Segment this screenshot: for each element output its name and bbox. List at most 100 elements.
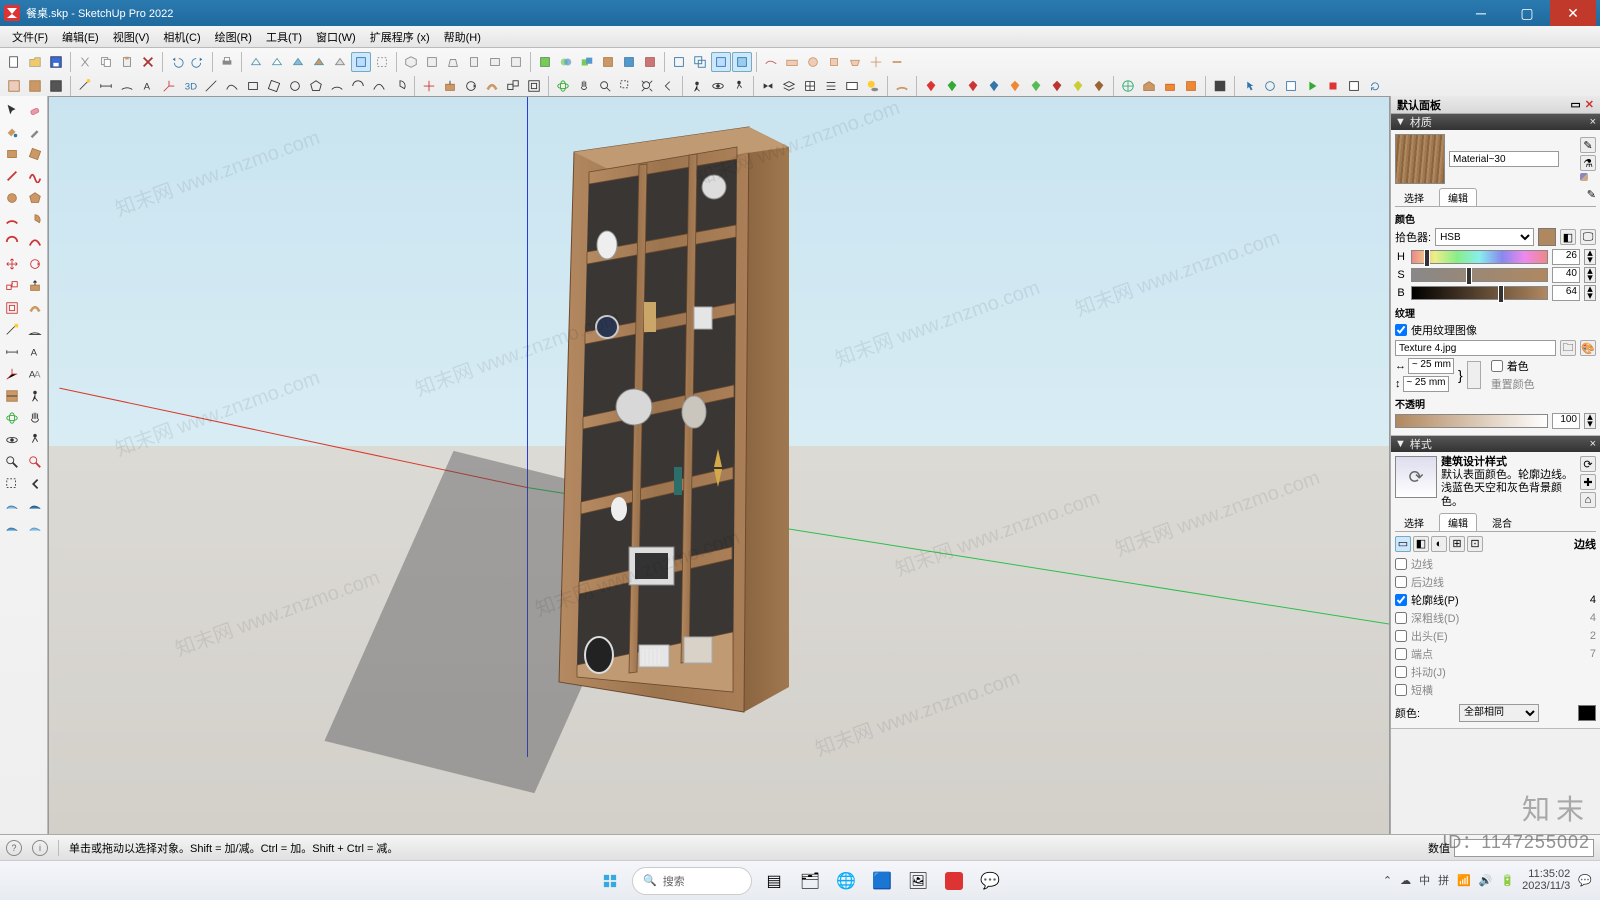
arc-button[interactable] — [327, 76, 347, 96]
xray-button[interactable] — [351, 52, 371, 72]
text-tool[interactable]: A — [25, 342, 45, 362]
line-tool[interactable] — [2, 166, 22, 186]
materials-tab-select[interactable]: 选择 — [1395, 188, 1433, 206]
walk-button[interactable] — [729, 76, 749, 96]
section-plane-button[interactable] — [4, 76, 24, 96]
orbit-button[interactable] — [553, 76, 573, 96]
2pt-arc-tool[interactable] — [2, 232, 22, 252]
hue-value[interactable]: 26 — [1552, 249, 1580, 265]
line-button[interactable] — [201, 76, 221, 96]
tag-green2-button[interactable] — [1026, 76, 1046, 96]
3dtext-tool[interactable]: AA — [25, 364, 45, 384]
opacity-value[interactable]: 100 — [1552, 413, 1580, 429]
endpoints-check[interactable]: 端点 — [1395, 646, 1433, 662]
protractor-tool[interactable] — [25, 320, 45, 340]
menu-tools[interactable]: 工具(T) — [260, 27, 308, 47]
sandbox-tool3[interactable] — [2, 518, 22, 538]
ime-mode[interactable]: 拼 — [1438, 872, 1449, 888]
top-view-button[interactable] — [422, 52, 442, 72]
maximize-button[interactable]: ▢ — [1504, 0, 1550, 26]
end-val[interactable]: 7 — [1590, 648, 1596, 660]
scale-button[interactable] — [503, 76, 523, 96]
followme-button[interactable] — [482, 76, 502, 96]
sandbox-scratch-button[interactable] — [782, 52, 802, 72]
hide-similar-button[interactable] — [732, 52, 752, 72]
position-camera-button[interactable] — [687, 76, 707, 96]
axes-button[interactable] — [159, 76, 179, 96]
move-button[interactable] — [419, 76, 439, 96]
onedrive-icon[interactable]: ☁ — [1400, 874, 1411, 887]
offset-button[interactable] — [524, 76, 544, 96]
menu-draw[interactable]: 绘图(R) — [209, 27, 258, 47]
opacity-spin[interactable]: ▴▾ — [1584, 413, 1596, 429]
bri-value[interactable]: 64 — [1552, 285, 1580, 301]
notifications-icon[interactable]: 💬 — [1578, 874, 1592, 887]
pushpull-tool[interactable] — [25, 276, 45, 296]
tex-height[interactable]: ~ 25 mm — [1403, 376, 1449, 392]
depth-val[interactable]: 4 — [1590, 612, 1596, 624]
sat-slider[interactable] — [1411, 268, 1548, 282]
tag-red2-button[interactable] — [963, 76, 983, 96]
viewport[interactable]: 知末网 www.znzmo.com 知末网 www.znzmo.com 知末网 … — [48, 96, 1390, 874]
tag-brown-button[interactable] — [1089, 76, 1109, 96]
watermark-settings-button[interactable]: ⊞ — [1449, 536, 1465, 552]
edit-texture-button[interactable]: 🎨 — [1580, 340, 1596, 356]
split-button[interactable] — [640, 52, 660, 72]
sample-material-button[interactable]: ⚗ — [1580, 155, 1596, 171]
tray-pin-icon[interactable]: ▭ — [1570, 98, 1580, 111]
3pt-arc-button[interactable] — [369, 76, 389, 96]
menu-extensions[interactable]: 扩展程序 (x) — [364, 27, 436, 47]
section-cut-button[interactable] — [46, 76, 66, 96]
menu-window[interactable]: 窗口(W) — [310, 27, 362, 47]
use-texture-check[interactable]: 使用纹理图像 — [1395, 322, 1596, 338]
wifi-icon[interactable]: 📶 — [1457, 874, 1471, 887]
3dtext-button[interactable]: 3D — [180, 76, 200, 96]
menu-view[interactable]: 视图(V) — [107, 27, 156, 47]
back-edges-check[interactable]: 后边线 — [1395, 574, 1444, 590]
task-view-button[interactable]: ▤ — [760, 867, 788, 895]
select-tool[interactable] — [2, 100, 22, 120]
paste-button[interactable] — [117, 52, 137, 72]
wireframe-button[interactable] — [246, 52, 266, 72]
sandbox-drape-button[interactable] — [845, 52, 865, 72]
sandbox-tool[interactable] — [2, 496, 22, 516]
face-settings-button[interactable]: ◧ — [1413, 536, 1429, 552]
shaded-button[interactable] — [288, 52, 308, 72]
play-button[interactable] — [1302, 76, 1322, 96]
section-tool[interactable] — [2, 386, 22, 406]
outer-shell-button[interactable] — [535, 52, 555, 72]
info-icon[interactable]: i — [32, 840, 48, 856]
hidden-line-button[interactable] — [267, 52, 287, 72]
eyedropper-icon[interactable]: ✎ — [1587, 188, 1596, 206]
ime-indicator[interactable]: 中 — [1419, 872, 1430, 888]
sandbox-detail-button[interactable] — [866, 52, 886, 72]
explorer-button[interactable]: 🗂 — [796, 867, 824, 895]
outliner-button[interactable] — [821, 76, 841, 96]
taskbar-search[interactable]: 🔍搜索 — [632, 867, 752, 895]
new-style-button[interactable]: ✚ — [1580, 474, 1596, 490]
rotate-tool[interactable] — [25, 254, 45, 274]
style-options-button[interactable]: ⌂ — [1580, 492, 1596, 508]
position-camera-tool[interactable] — [25, 386, 45, 406]
edge-color-swatch[interactable] — [1578, 705, 1596, 721]
minimize-button[interactable]: ─ — [1458, 0, 1504, 26]
extension-manager-button[interactable] — [1181, 76, 1201, 96]
profiles-check[interactable]: 轮廓线(P) — [1395, 592, 1459, 608]
redo-button[interactable] — [188, 52, 208, 72]
3pt-arc-tool[interactable] — [25, 232, 45, 252]
followme-tool[interactable] — [25, 298, 45, 318]
tag-red3-button[interactable] — [1047, 76, 1067, 96]
sandbox-flip-button[interactable] — [887, 52, 907, 72]
dimension-tool[interactable] — [2, 342, 22, 362]
text-button[interactable]: A — [138, 76, 158, 96]
previous-view-button[interactable] — [658, 76, 678, 96]
look-around-tool[interactable] — [2, 430, 22, 450]
layers-button[interactable] — [779, 76, 799, 96]
help-icon[interactable]: ? — [6, 840, 22, 856]
pie-button[interactable] — [390, 76, 410, 96]
tray-title-bar[interactable]: 默认面板 ▭ ✕ — [1391, 96, 1600, 114]
new-button[interactable] — [4, 52, 24, 72]
rectangle-button[interactable] — [243, 76, 263, 96]
sketchup-taskbar-button[interactable] — [940, 867, 968, 895]
make-component-button[interactable] — [669, 52, 689, 72]
